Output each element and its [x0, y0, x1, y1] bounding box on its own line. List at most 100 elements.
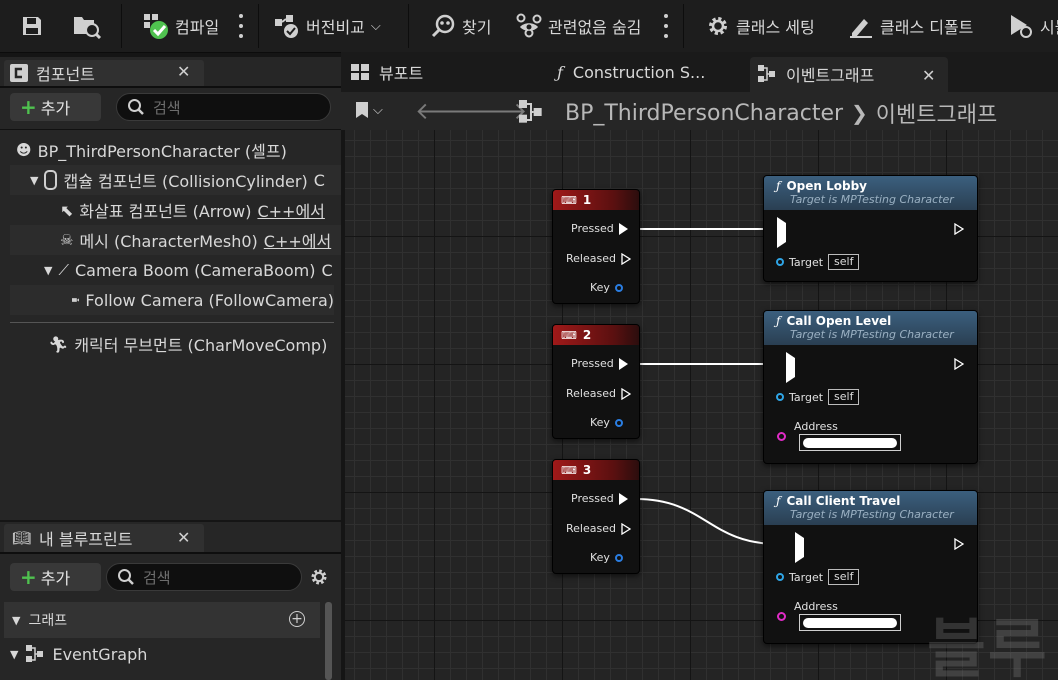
simulate-label: 시뮬	[1040, 18, 1058, 37]
exec-in-pin-icon[interactable]	[786, 352, 795, 383]
class-settings-button[interactable]: 클래스 세팅	[706, 0, 815, 52]
tab-construction-label: Construction S...	[572, 62, 706, 82]
tree-item-mesh[interactable]: ☠ 메시 (CharacterMesh0) C++에서	[10, 225, 341, 255]
save-button[interactable]	[20, 0, 44, 52]
breadcrumb-blueprint[interactable]: BP_ThirdPersonCharacter	[565, 101, 843, 126]
component-class-icon	[10, 64, 28, 82]
tree-item-self[interactable]: ☻ BP_ThirdPersonCharacter (셀프)	[0, 135, 341, 165]
diff-button[interactable]: 버전비교 ⌵	[274, 0, 381, 52]
key-pin[interactable]: Key	[590, 281, 623, 294]
string-pin-icon[interactable]	[777, 612, 786, 621]
breadcrumb: BP_ThirdPersonCharacter ❯ 이벤트그래프	[565, 97, 997, 129]
scrollbar[interactable]	[325, 602, 332, 680]
tab-viewport[interactable]: 뷰포트	[351, 60, 423, 84]
event-graph-canvas[interactable]: ⌨ 1 Pressed Released Key ⌨ 2 Pressed Relea…	[345, 130, 1058, 680]
exec-out-pin-icon[interactable]	[954, 358, 964, 370]
bookmark-button[interactable]: ⌵	[355, 101, 383, 119]
tree-item-character-movement[interactable]: 🏃︎ 캐릭터 무브먼트 (CharMoveComp)	[10, 329, 341, 359]
add-graph-icon[interactable]: +	[289, 611, 305, 627]
exec-pin-hollow-icon	[621, 387, 631, 400]
address-input[interactable]	[799, 434, 901, 451]
target-pin[interactable]: Target self	[776, 569, 860, 585]
class-defaults-icon	[850, 19, 872, 38]
tree-item-label: 캐릭터 무브먼트 (CharMoveComp)	[74, 336, 328, 355]
function-node-title: Call Client Travel	[786, 494, 901, 508]
key-pin[interactable]: Key	[590, 416, 623, 429]
save-icon	[23, 17, 41, 35]
plus-icon: +	[20, 95, 37, 119]
tree-item-camera-boom[interactable]: ▼ ⟋ Camera Boom (CameraBoom) C	[10, 255, 341, 285]
tab-event-graph[interactable]: 이벤트그래프 ✕	[750, 57, 948, 92]
address-input[interactable]	[799, 614, 901, 631]
function-node-subtitle: Target is MPTesting Character	[790, 328, 954, 341]
browse-button[interactable]	[72, 0, 102, 52]
pressed-pin[interactable]: Pressed	[571, 357, 628, 370]
key-node-title: 1	[582, 193, 592, 207]
simulate-button[interactable]: 시뮬	[1008, 0, 1058, 52]
exec-in-pin-icon[interactable]	[777, 217, 786, 248]
pressed-pin[interactable]: Pressed	[571, 492, 628, 505]
tree-item-label: 화살표 컴포넌트 (Arrow)	[79, 202, 252, 221]
add-component-button[interactable]: + 추가	[10, 93, 101, 121]
browse-icon	[74, 17, 102, 39]
pin-label: Target	[789, 570, 824, 584]
tab-viewport-label: 뷰포트	[379, 64, 424, 83]
event-graph-item[interactable]: ▼ EventGraph	[10, 639, 147, 669]
target-value[interactable]: self	[828, 254, 860, 270]
keyboard-icon: ⌨	[561, 328, 577, 342]
find-options-button[interactable]	[663, 14, 669, 38]
tree-item-label: Follow Camera (FollowCamera)	[85, 290, 334, 310]
address-pin-label: Address	[794, 420, 838, 433]
struct-pin-icon	[614, 283, 623, 292]
pressed-pin[interactable]: Pressed	[571, 222, 628, 235]
tree-item-arrow[interactable]: ⬉ 화살표 컴포넌트 (Arrow) C++에서	[10, 195, 341, 225]
tree-item-follow-camera[interactable]: Follow Camera (FollowCamera)	[10, 285, 334, 315]
compile-label: 컴파일	[175, 18, 220, 37]
exec-out-pin-icon[interactable]	[954, 538, 964, 550]
released-pin[interactable]: Released	[566, 387, 631, 400]
chevron-right-icon: ❯	[851, 101, 868, 125]
exec-in-pin-icon[interactable]	[795, 532, 804, 563]
target-value[interactable]: self	[828, 389, 860, 405]
keyboard-icon: ⌨	[561, 193, 577, 207]
tab-construction-script[interactable]: ƒ Construction S...	[557, 60, 705, 84]
gear-icon[interactable]	[309, 567, 329, 587]
exec-out-pin-icon[interactable]	[954, 223, 964, 235]
compile-options-button[interactable]	[238, 14, 244, 38]
toolbar-separator	[258, 4, 259, 48]
target-pin[interactable]: Target self	[776, 254, 860, 270]
released-pin[interactable]: Released	[566, 522, 631, 535]
released-pin[interactable]: Released	[566, 252, 631, 265]
string-pin-icon[interactable]	[777, 432, 786, 441]
find-button[interactable]: 찾기	[430, 0, 491, 52]
pin-label: Key	[590, 281, 610, 294]
components-tab-content: 컴포넌트	[10, 62, 95, 84]
search-icon	[118, 569, 134, 585]
components-search-input[interactable]: 검색	[116, 93, 331, 121]
tree-item-origin[interactable]: C++에서	[264, 228, 331, 252]
close-icon[interactable]: ✕	[922, 66, 935, 85]
compile-button[interactable]: 컴파일	[143, 0, 219, 52]
divider	[0, 552, 341, 554]
target-pin[interactable]: Target self	[776, 389, 860, 405]
forward-arrow-icon[interactable]: 🡒	[463, 96, 527, 125]
object-pin-icon	[776, 393, 784, 401]
class-defaults-button[interactable]: 클래스 디폴트	[848, 0, 973, 52]
breadcrumb-graph[interactable]: 이벤트그래프	[876, 97, 997, 129]
target-value[interactable]: self	[828, 569, 860, 585]
pin-label: Released	[566, 387, 616, 400]
close-icon[interactable]: ✕	[177, 62, 190, 81]
components-tab-label: 컴포넌트	[36, 65, 95, 84]
tree-item-capsule[interactable]: ▼ 캡슐 컴포넌트 (CollisionCylinder) C	[10, 165, 341, 195]
pin-label: Key	[590, 416, 610, 429]
close-icon[interactable]: ✕	[177, 528, 190, 547]
hide-unrelated-button[interactable]: 관련없음 숨김	[516, 0, 641, 52]
exec-wire	[635, 498, 779, 545]
compile-status-icon	[144, 14, 168, 39]
tree-item-origin[interactable]: C++에서	[257, 198, 324, 222]
toolbar-separator	[121, 4, 122, 48]
blueprint-search-input[interactable]: 검색	[106, 563, 302, 591]
add-blueprint-item-button[interactable]: + 추가	[10, 563, 101, 591]
diff-icon	[275, 15, 298, 38]
key-pin[interactable]: Key	[590, 551, 623, 564]
